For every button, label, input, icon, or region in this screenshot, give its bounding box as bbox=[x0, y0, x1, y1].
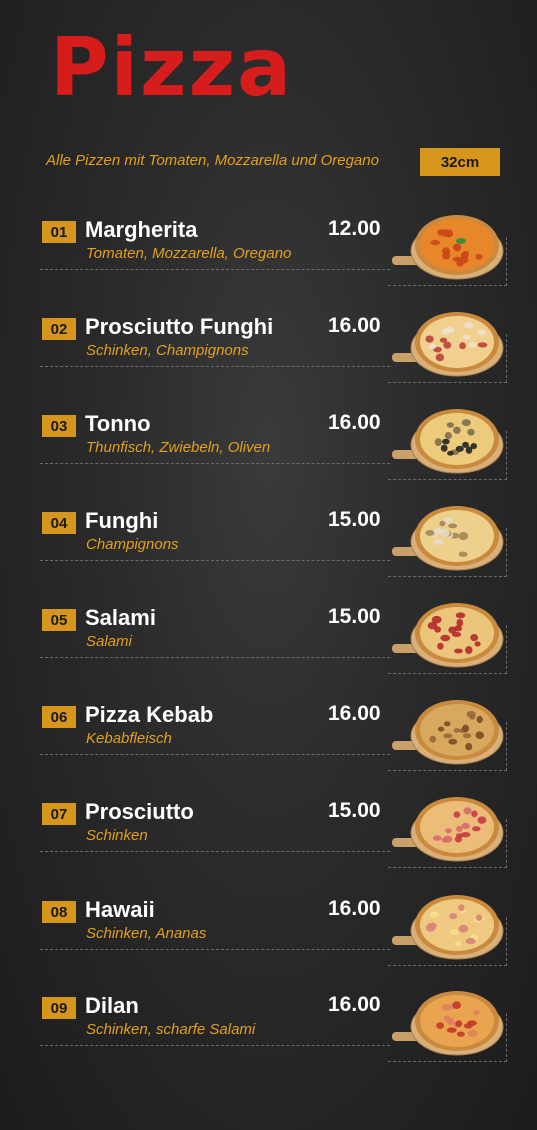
menu-item[interactable]: 03 Tonno Thunfisch, Zwiebeln, Oliven 16.… bbox=[0, 409, 537, 501]
item-description: Tomaten, Mozzarella, Oregano bbox=[86, 245, 292, 262]
item-name: Prosciutto bbox=[85, 799, 194, 824]
dotted-divider bbox=[40, 949, 390, 950]
pizza-image bbox=[392, 312, 504, 377]
menu-item[interactable]: 08 Hawaii Schinken, Ananas 16.00 bbox=[0, 895, 537, 987]
item-number-badge: 07 bbox=[42, 803, 76, 825]
item-price: 15.00 bbox=[328, 508, 381, 531]
dotted-divider bbox=[40, 754, 390, 755]
menu-subtitle: Alle Pizzen mit Tomaten, Mozzarella und … bbox=[46, 152, 379, 169]
item-number-badge: 06 bbox=[42, 706, 76, 728]
item-name: Hawaii bbox=[85, 897, 155, 922]
item-description: Thunfisch, Zwiebeln, Oliven bbox=[86, 439, 271, 456]
item-name: Salami bbox=[85, 605, 156, 630]
item-name: Funghi bbox=[85, 508, 159, 533]
menu-item[interactable]: 07 Prosciutto Schinken 15.00 bbox=[0, 797, 537, 889]
dotted-divider bbox=[40, 657, 390, 658]
dotted-divider bbox=[40, 560, 390, 561]
menu-item[interactable]: 09 Dilan Schinken, scharfe Salami 16.00 bbox=[0, 991, 537, 1083]
item-price: 12.00 bbox=[328, 217, 381, 240]
dotted-divider bbox=[40, 463, 390, 464]
item-description: Champignons bbox=[86, 536, 179, 553]
item-number-badge: 04 bbox=[42, 512, 76, 534]
menu-item[interactable]: 02 Prosciutto Funghi Schinken, Champigno… bbox=[0, 312, 537, 404]
page-title: Pizza bbox=[50, 21, 294, 114]
menu-item[interactable]: 01 Margherita Tomaten, Mozzarella, Orega… bbox=[0, 215, 537, 307]
item-number-badge: 09 bbox=[42, 997, 76, 1019]
pizza-image bbox=[392, 991, 504, 1056]
item-name: Dilan bbox=[85, 993, 139, 1018]
item-number-badge: 01 bbox=[42, 221, 76, 243]
item-price: 16.00 bbox=[328, 411, 381, 434]
size-badge: 32cm bbox=[420, 148, 500, 176]
item-description: Salami bbox=[86, 633, 132, 650]
dotted-divider bbox=[40, 366, 390, 367]
item-name: Prosciutto Funghi bbox=[85, 314, 274, 339]
item-name: Pizza Kebab bbox=[85, 702, 214, 727]
item-description: Schinken bbox=[86, 827, 148, 844]
dotted-divider bbox=[40, 851, 390, 852]
pizza-image bbox=[392, 603, 504, 668]
pizza-image bbox=[392, 215, 504, 280]
item-number-badge: 03 bbox=[42, 415, 76, 437]
pizza-image bbox=[392, 895, 504, 960]
item-number-badge: 02 bbox=[42, 318, 76, 340]
item-description: Kebabfleisch bbox=[86, 730, 172, 747]
item-description: Schinken, scharfe Salami bbox=[86, 1021, 256, 1038]
dotted-divider bbox=[40, 269, 390, 270]
item-number-badge: 08 bbox=[42, 901, 76, 923]
menu-item[interactable]: 05 Salami Salami 15.00 bbox=[0, 603, 537, 695]
item-description: Schinken, Ananas bbox=[86, 925, 207, 942]
pizza-image bbox=[392, 700, 504, 765]
item-number-badge: 05 bbox=[42, 609, 76, 631]
item-price: 15.00 bbox=[328, 605, 381, 628]
dotted-divider bbox=[40, 1045, 390, 1046]
item-price: 15.00 bbox=[328, 799, 381, 822]
menu-item[interactable]: 04 Funghi Champignons 15.00 bbox=[0, 506, 537, 598]
item-name: Margherita bbox=[85, 217, 198, 242]
item-description: Schinken, Champignons bbox=[86, 342, 249, 359]
item-price: 16.00 bbox=[328, 897, 381, 920]
menu-item[interactable]: 06 Pizza Kebab Kebabfleisch 16.00 bbox=[0, 700, 537, 792]
item-name: Tonno bbox=[85, 411, 151, 436]
item-price: 16.00 bbox=[328, 702, 381, 725]
item-price: 16.00 bbox=[328, 993, 381, 1016]
item-price: 16.00 bbox=[328, 314, 381, 337]
pizza-image bbox=[392, 797, 504, 862]
pizza-image bbox=[392, 506, 504, 571]
pizza-image bbox=[392, 409, 504, 474]
